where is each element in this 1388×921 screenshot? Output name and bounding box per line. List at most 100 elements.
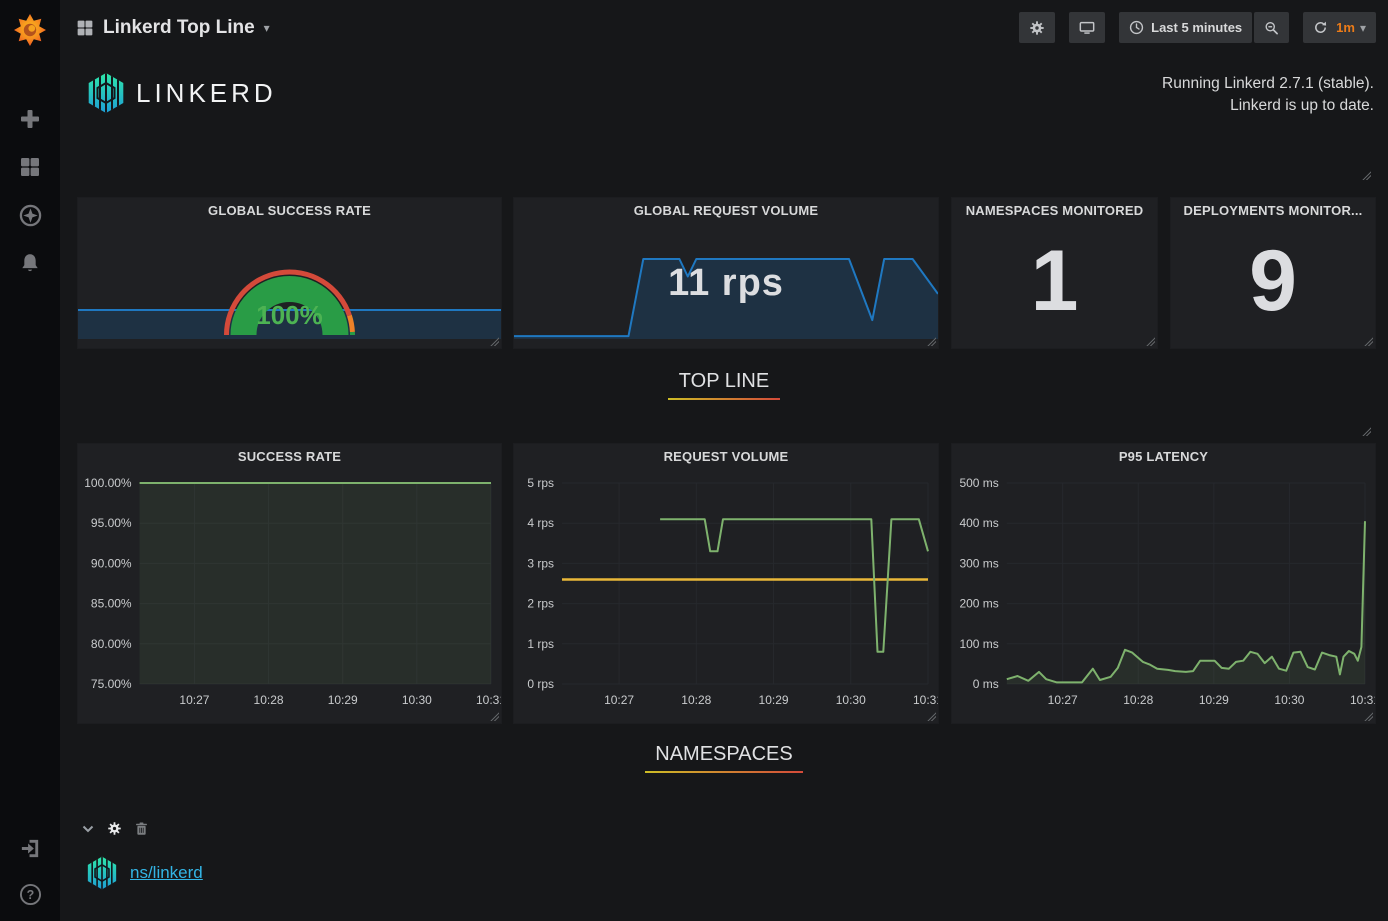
svg-text:10:29: 10:29 (759, 693, 789, 707)
svg-text:10:27: 10:27 (1048, 693, 1078, 707)
panel-resize-handle[interactable] (1364, 337, 1373, 346)
clock-icon (1129, 20, 1144, 35)
row-title[interactable]: NAMESPACES (655, 743, 792, 765)
linkerd-brand-text: LINKERD (136, 78, 277, 109)
title-caret-icon[interactable]: ▾ (264, 21, 270, 35)
row-title-underline (645, 771, 803, 773)
panel-title[interactable]: SUCCESS RATE (78, 444, 501, 468)
svg-text:10:31: 10:31 (1350, 693, 1375, 707)
cycle-view-button[interactable] (1069, 12, 1105, 43)
stat-value: 11 rps (514, 262, 938, 305)
panel-resize-handle[interactable] (927, 712, 936, 721)
chevron-down-icon (82, 825, 94, 833)
status-line-2: Linkerd is up to date. (1162, 95, 1374, 117)
svg-text:10:28: 10:28 (254, 693, 284, 707)
svg-text:10:28: 10:28 (1123, 693, 1153, 707)
monitor-icon (1079, 20, 1095, 36)
panel-request-volume: REQUEST VOLUME 5 rps4 rps3 rps2 rps1 rps… (513, 443, 939, 724)
svg-text:10:27: 10:27 (604, 693, 634, 707)
success-rate-chart: 100.00%95.00%90.00%85.00%80.00%75.00%10:… (78, 469, 501, 722)
grafana-logo[interactable] (0, 0, 60, 60)
panel-title[interactable]: NAMESPACES MONITORED (952, 198, 1157, 222)
help-button[interactable]: ? (0, 871, 60, 917)
row-header-namespaces: NAMESPACES (60, 743, 1388, 773)
row-settings-button[interactable] (107, 821, 122, 836)
panel-deployments-monitored: DEPLOYMENTS MONITOR... 9 (1170, 197, 1376, 349)
panel-resize-handle[interactable] (490, 337, 499, 346)
linkerd-logo-icon (84, 71, 128, 115)
plus-icon (19, 108, 41, 130)
row-controls (82, 821, 148, 836)
zoom-out-button[interactable] (1254, 12, 1289, 43)
panel-resize-handle[interactable] (1364, 712, 1373, 721)
refresh-button[interactable]: 1m ▾ (1303, 12, 1376, 43)
stat-value: 1 (952, 222, 1157, 340)
svg-text:85.00%: 85.00% (91, 597, 132, 611)
svg-text:400 ms: 400 ms (959, 516, 998, 530)
linkerd-brand: LINKERD (84, 71, 277, 115)
svg-text:10:27: 10:27 (179, 693, 209, 707)
panel-resize-handle[interactable] (1146, 337, 1155, 346)
svg-text:80.00%: 80.00% (91, 637, 132, 651)
svg-text:1 rps: 1 rps (527, 637, 554, 651)
alerting-button[interactable] (0, 240, 60, 286)
panel-title[interactable]: P95 LATENCY (952, 444, 1375, 468)
p95-latency-chart: 500 ms400 ms300 ms200 ms100 ms0 ms10:271… (952, 469, 1375, 722)
grafana-app: ? Linkerd Top Line ▾ (0, 0, 1388, 921)
panel-resize-handle[interactable] (1362, 427, 1371, 436)
dashboard-settings-button[interactable] (1019, 12, 1055, 43)
time-range-button[interactable]: Last 5 minutes (1119, 12, 1252, 43)
row-header-top-line: TOP LINE (60, 370, 1388, 400)
stat-value: 9 (1171, 222, 1375, 340)
time-range-label: Last 5 minutes (1151, 20, 1242, 35)
svg-text:10:29: 10:29 (1199, 693, 1229, 707)
linkerd-status-text: Running Linkerd 2.7.1 (stable). Linkerd … (1162, 73, 1374, 117)
row-collapse-button[interactable] (82, 825, 94, 833)
svg-text:300 ms: 300 ms (959, 556, 998, 570)
svg-text:0 rps: 0 rps (527, 677, 554, 691)
sign-in-button[interactable] (0, 825, 60, 871)
panel-resize-handle[interactable] (927, 337, 936, 346)
svg-text:10:30: 10:30 (836, 693, 866, 707)
panel-title[interactable]: DEPLOYMENTS MONITOR... (1171, 198, 1375, 222)
dashboards-button[interactable] (0, 144, 60, 190)
panel-global-request-volume: GLOBAL REQUEST VOLUME 11 rps (513, 197, 939, 349)
namespace-link[interactable]: ns/linkerd (130, 863, 203, 883)
svg-text:10:30: 10:30 (1274, 693, 1304, 707)
panel-title[interactable]: GLOBAL SUCCESS RATE (78, 198, 501, 222)
svg-text:4 rps: 4 rps (527, 516, 554, 530)
svg-text:10:28: 10:28 (681, 693, 711, 707)
panel-resize-handle[interactable] (1362, 171, 1371, 180)
top-navbar: Linkerd Top Line ▾ (60, 0, 1388, 55)
gauge-value: 100% (78, 300, 501, 331)
grafana-flame-icon (13, 13, 47, 47)
svg-text:10:29: 10:29 (328, 693, 358, 707)
refresh-caret-icon: ▾ (1360, 21, 1366, 35)
row-title[interactable]: TOP LINE (679, 370, 769, 392)
explore-button[interactable] (0, 192, 60, 238)
svg-text:10:30: 10:30 (402, 693, 432, 707)
row-delete-button[interactable] (135, 822, 148, 836)
panel-title[interactable]: REQUEST VOLUME (514, 444, 938, 468)
dashboards-grid-icon (19, 156, 41, 178)
linkerd-namespace-icon (84, 855, 120, 891)
gear-icon (107, 821, 122, 836)
svg-text:?: ? (26, 887, 34, 901)
panel-success-rate: SUCCESS RATE 100.00% 95.00% 90.00% 85.00% 80… (77, 443, 502, 724)
status-line-1: Running Linkerd 2.7.1 (stable). (1162, 73, 1374, 95)
row-title-underline (668, 398, 780, 400)
refresh-icon (1313, 20, 1328, 35)
left-sidebar: ? (0, 0, 60, 921)
svg-text:100.00%: 100.00% (84, 476, 132, 490)
panel-resize-handle[interactable] (490, 712, 499, 721)
sign-in-icon (19, 837, 42, 860)
svg-text:2 rps: 2 rps (527, 597, 554, 611)
trash-icon (135, 822, 148, 836)
svg-text:95.00%: 95.00% (91, 516, 132, 530)
svg-text:10:31: 10:31 (913, 693, 938, 707)
dashboard-title[interactable]: Linkerd Top Line (103, 17, 255, 39)
dashboard-area: LINKERD Running Linkerd 2.7.1 (stable). … (60, 55, 1388, 921)
svg-text:90.00%: 90.00% (91, 556, 132, 570)
compass-icon (19, 204, 42, 227)
create-button[interactable] (0, 96, 60, 142)
